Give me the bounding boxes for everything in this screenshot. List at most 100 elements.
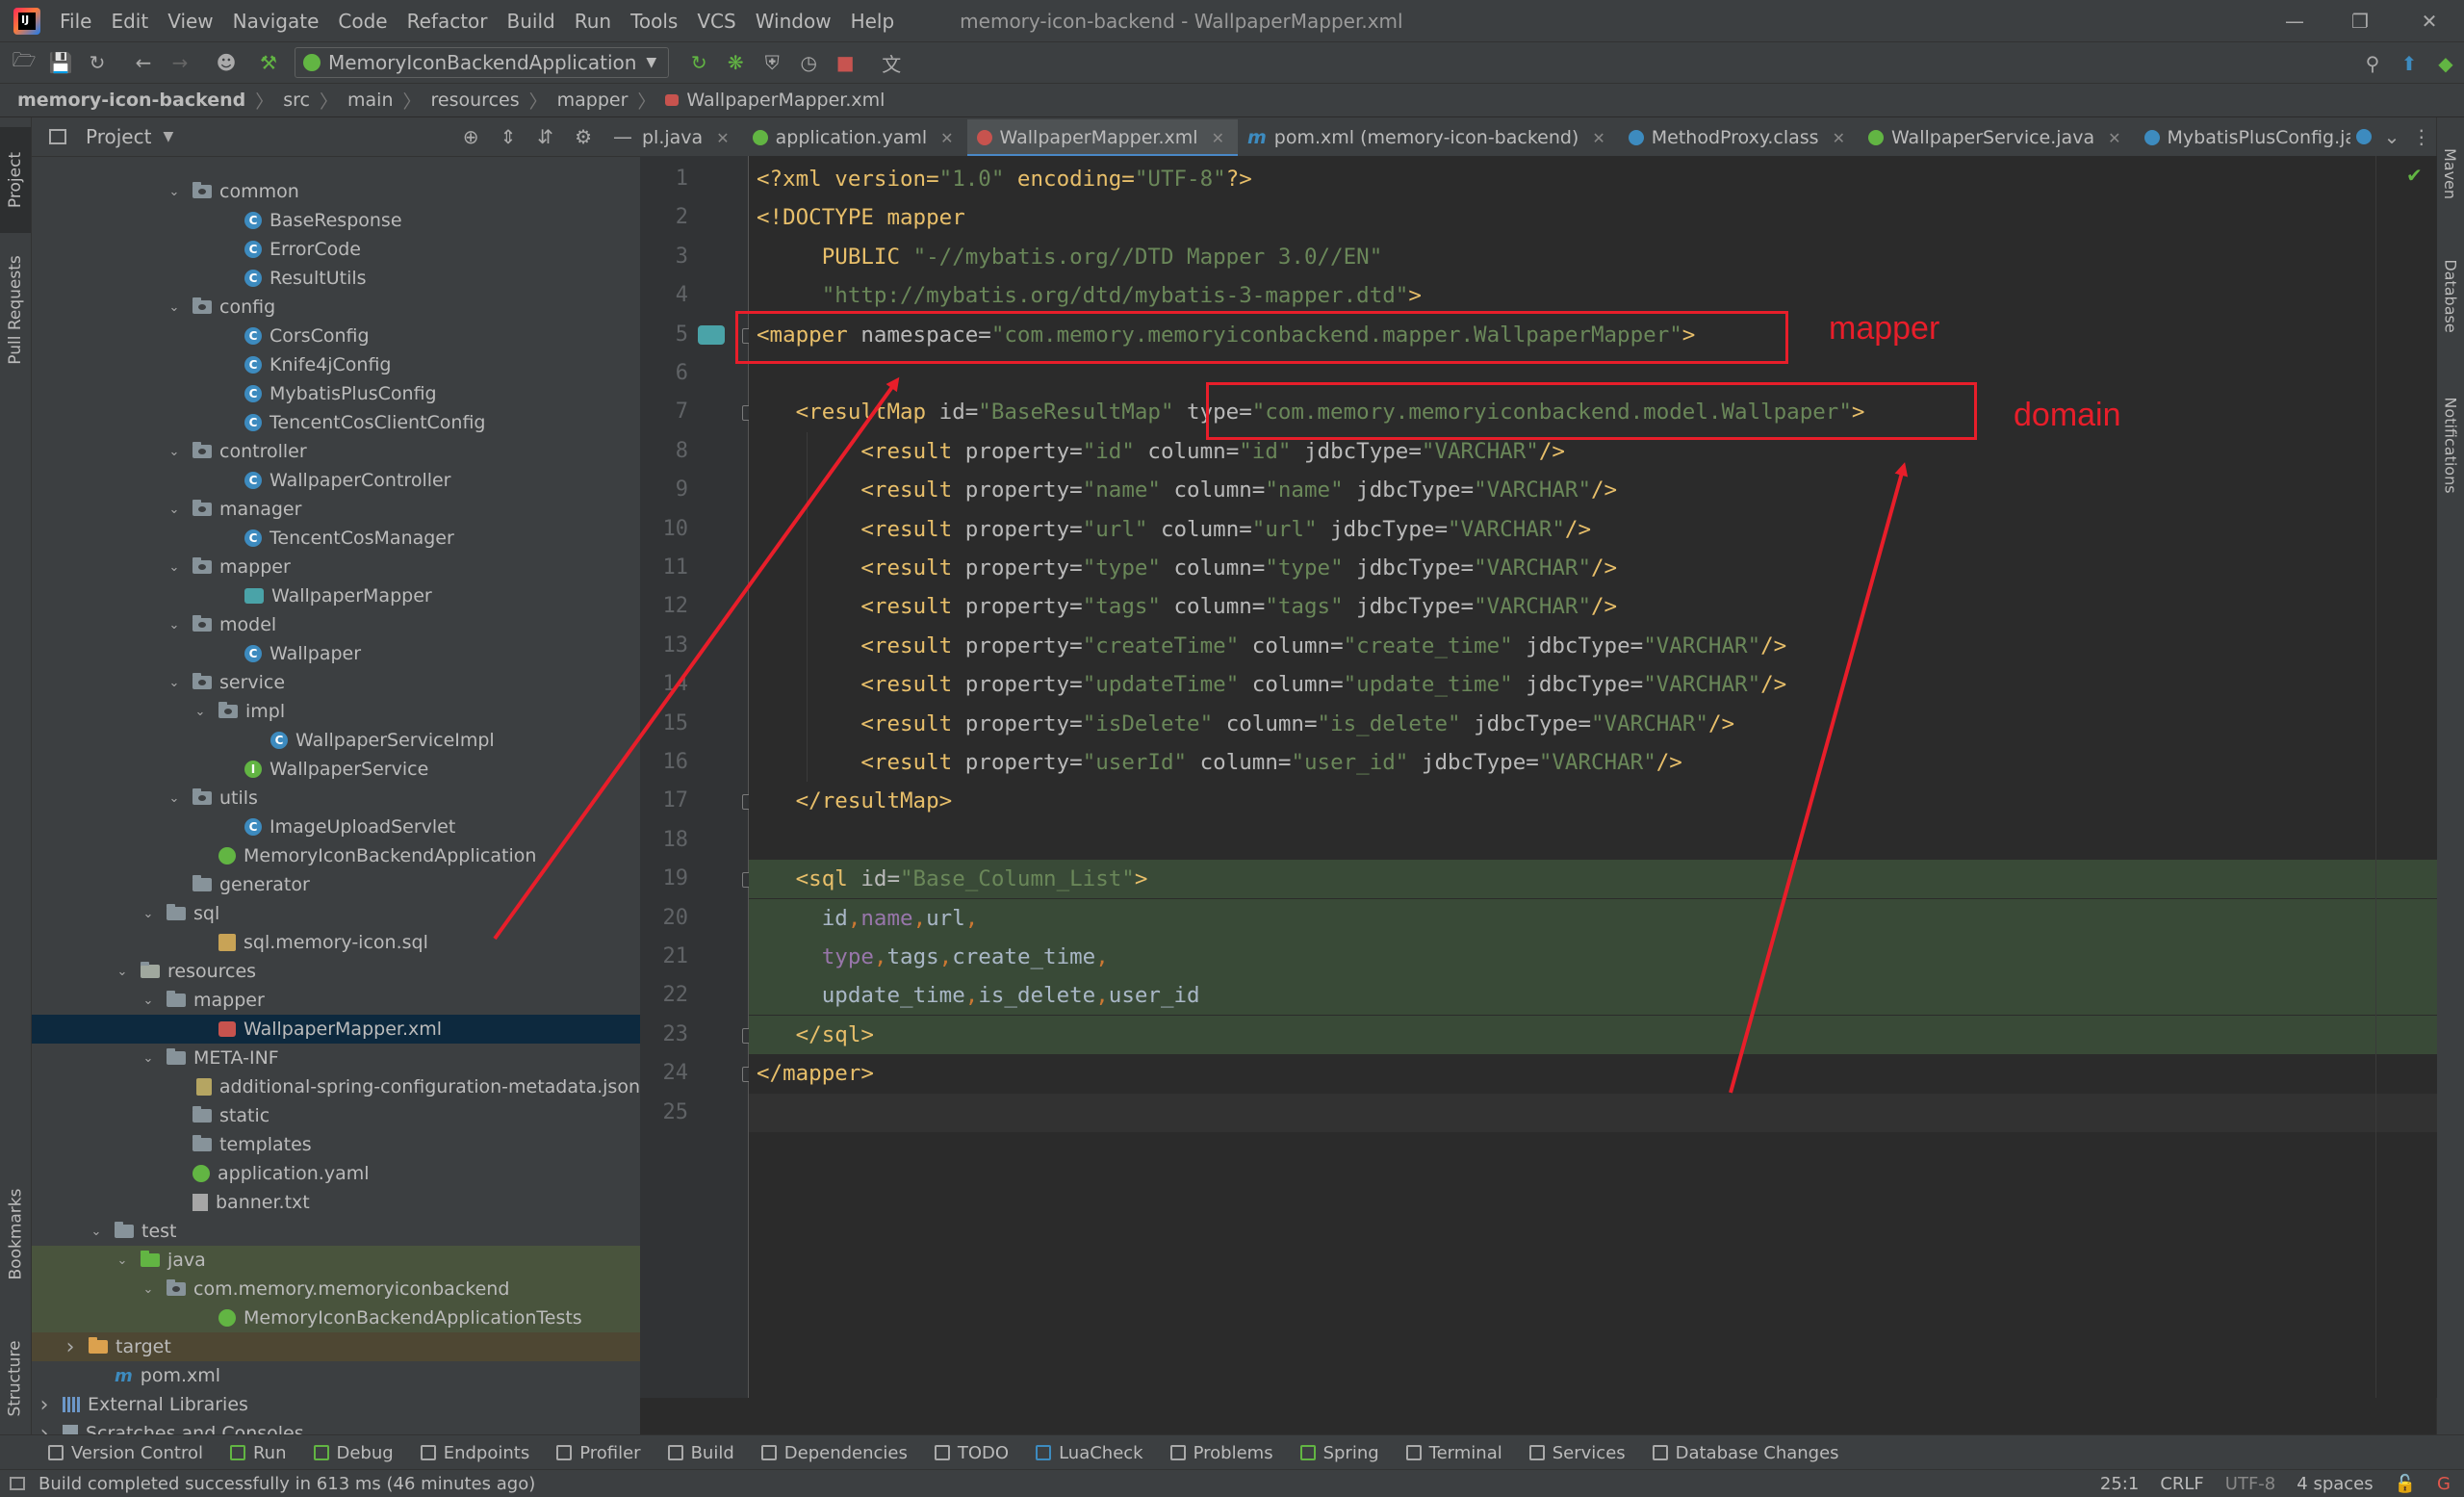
expand-arrow-icon[interactable]: ⌄	[141, 994, 155, 1008]
close-tab-icon[interactable]: ✕	[1833, 129, 1845, 147]
tree-item[interactable]: ⌄ META-INF	[32, 1044, 640, 1072]
close-tab-icon[interactable]: ✕	[2108, 129, 2120, 147]
tree-item[interactable]: › External Libraries	[32, 1390, 640, 1419]
menu-tools[interactable]: Tools	[630, 10, 678, 33]
settings-gear-icon[interactable]: ⚙	[575, 125, 592, 148]
tree-item[interactable]: MemoryIconBackendApplication	[32, 841, 640, 870]
editor-tab[interactable]: application.yaml ✕	[743, 119, 967, 156]
structure-tool-tab[interactable]: Structure	[0, 1311, 31, 1446]
bottom-tool-run[interactable]: Run	[229, 1443, 287, 1463]
file-encoding[interactable]: UTF-8	[2225, 1474, 2275, 1494]
breadcrumb-main[interactable]: main	[347, 90, 393, 111]
breadcrumb-resources[interactable]: resources	[431, 90, 520, 111]
menu-view[interactable]: View	[167, 10, 213, 33]
menu-build[interactable]: Build	[507, 10, 555, 33]
tree-item[interactable]: ⌄ manager	[32, 495, 640, 524]
tree-item[interactable]: ⌄ com.memory.memoryiconbackend	[32, 1275, 640, 1303]
stop-icon[interactable]: ■	[833, 50, 858, 75]
tree-item[interactable]: ⌄ mapper	[32, 553, 640, 581]
google-icon[interactable]: G	[2437, 1474, 2451, 1494]
tree-item[interactable]: C Knife4jConfig	[32, 350, 640, 379]
tree-item[interactable]: WallpaperMapper	[32, 581, 640, 610]
pull-requests-tool-tab[interactable]: Pull Requests	[0, 233, 31, 387]
project-tool-tab[interactable]: Project	[0, 127, 31, 233]
editor-tab[interactable]: MethodProxy.class ✕	[1619, 119, 1859, 156]
tree-item[interactable]: C TencentCosManager	[32, 524, 640, 553]
tree-item[interactable]: C ResultUtils	[32, 264, 640, 293]
run-configuration-select[interactable]: MemoryIconBackendApplication ▼	[295, 47, 670, 78]
hide-panel-icon[interactable]: —	[613, 125, 632, 148]
tree-item[interactable]: m pom.xml	[32, 1361, 640, 1390]
lock-icon[interactable]: 🔓	[2395, 1474, 2416, 1494]
search-icon[interactable]: ⚲	[2360, 51, 2385, 76]
bottom-tool-version-control[interactable]: Version Control	[48, 1443, 203, 1463]
tree-item[interactable]: sql.memory-icon.sql	[32, 928, 640, 957]
expand-arrow-icon[interactable]: ⌄	[141, 907, 155, 921]
collapse-arrow-icon[interactable]: ›	[38, 1393, 51, 1417]
tree-item[interactable]: C MybatisPlusConfig	[32, 379, 640, 408]
more-actions-icon[interactable]: ⋮	[2412, 125, 2431, 148]
tree-item[interactable]: › target	[32, 1332, 640, 1361]
expand-arrow-icon[interactable]: ⌄	[141, 1282, 155, 1297]
save-all-icon[interactable]: 💾	[48, 50, 73, 75]
tree-item[interactable]: ⌄ model	[32, 610, 640, 639]
profile-icon[interactable]: ◷	[796, 50, 821, 75]
mybatis-navigate-icon[interactable]	[698, 324, 725, 345]
menu-file[interactable]: File	[60, 10, 91, 33]
menu-navigate[interactable]: Navigate	[233, 10, 320, 33]
bottom-tool-endpoints[interactable]: Endpoints	[420, 1443, 529, 1463]
editor-tab[interactable]: WallpaperService.java ✕	[1859, 119, 2135, 156]
expand-arrow-icon[interactable]: ⌄	[167, 618, 181, 632]
tree-item[interactable]: templates	[32, 1130, 640, 1159]
locate-icon[interactable]: ⊕	[463, 125, 479, 148]
expand-arrow-icon[interactable]: ⌄	[167, 300, 181, 315]
line-separator[interactable]: CRLF	[2160, 1474, 2203, 1494]
tree-item[interactable]: ⌄ test	[32, 1217, 640, 1246]
bottom-tool-problems[interactable]: Problems	[1169, 1443, 1273, 1463]
tree-item[interactable]: MemoryIconBackendApplicationTests	[32, 1303, 640, 1332]
bottom-tool-dependencies[interactable]: Dependencies	[760, 1443, 908, 1463]
layout-icon[interactable]	[10, 1477, 25, 1490]
tree-item[interactable]: I WallpaperService	[32, 755, 640, 784]
open-folder-icon[interactable]: 🗁	[12, 48, 37, 75]
breadcrumb-mapper[interactable]: mapper	[557, 90, 629, 111]
menu-window[interactable]: Window	[756, 10, 832, 33]
tree-item[interactable]: C TencentCosClientConfig	[32, 408, 640, 437]
coverage-icon[interactable]: ⛨	[759, 50, 784, 75]
tree-item[interactable]: C WallpaperController	[32, 466, 640, 495]
tree-item[interactable]: ⌄ resources	[32, 957, 640, 986]
bottom-tool-debug[interactable]: Debug	[313, 1443, 394, 1463]
tree-item[interactable]: ⌄ java	[32, 1246, 640, 1275]
build-hammer-icon[interactable]: ⚒	[256, 50, 281, 75]
expand-arrow-icon[interactable]: ⌄	[90, 1225, 103, 1239]
tree-item[interactable]: ⌄ config	[32, 293, 640, 322]
tree-item[interactable]: static	[32, 1101, 640, 1130]
bottom-tool-services[interactable]: Services	[1528, 1443, 1626, 1463]
editor-tab[interactable]: WallpaperMapper.xml ✕	[966, 119, 1239, 156]
bookmarks-tool-tab[interactable]: Bookmarks	[0, 1167, 31, 1302]
breadcrumb-src[interactable]: src	[283, 90, 310, 111]
editor-tab[interactable]: m pom.xml (memory-icon-backend) ✕	[1238, 119, 1619, 156]
close-window-icon[interactable]: ✕	[2402, 0, 2456, 41]
expand-arrow-icon[interactable]: ⌄	[167, 791, 181, 806]
collapse-arrow-icon[interactable]: ›	[64, 1335, 77, 1359]
chevron-down-icon[interactable]: ⌄	[2384, 125, 2400, 148]
minimize-icon[interactable]: —	[2268, 0, 2322, 41]
menu-help[interactable]: Help	[851, 10, 895, 33]
update-icon[interactable]: ⬆	[2397, 51, 2422, 76]
bottom-tool-database-changes[interactable]: Database Changes	[1652, 1443, 1839, 1463]
translate-icon[interactable]: 文	[879, 50, 904, 76]
tree-item[interactable]: ⌄ impl	[32, 697, 640, 726]
tree-item[interactable]: ⌄ controller	[32, 437, 640, 466]
expand-arrow-icon[interactable]: ⌄	[141, 1051, 155, 1066]
bottom-tool-spring[interactable]: Spring	[1299, 1443, 1379, 1463]
rerun-icon[interactable]: ↻	[686, 50, 711, 75]
tree-item[interactable]: ⌄ utils	[32, 784, 640, 813]
expand-arrow-icon[interactable]: ⌄	[167, 445, 181, 459]
expand-arrow-icon[interactable]: ⌄	[116, 965, 129, 979]
expand-arrow-icon[interactable]: ⌄	[167, 676, 181, 690]
chevron-down-icon[interactable]: ▼	[163, 129, 173, 144]
ide-logo-icon[interactable]: ◆	[2433, 51, 2458, 76]
tree-item[interactable]: ⌄ service	[32, 668, 640, 697]
tree-item[interactable]: C Wallpaper	[32, 639, 640, 668]
